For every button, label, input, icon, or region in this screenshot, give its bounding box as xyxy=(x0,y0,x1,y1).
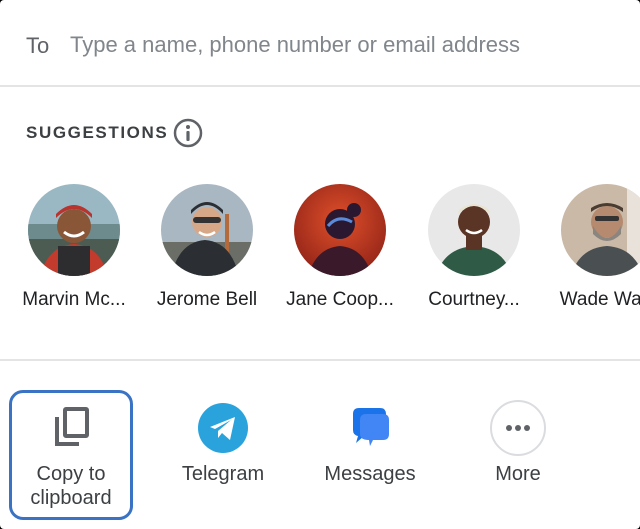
avatar xyxy=(561,184,640,276)
telegram-button[interactable]: Telegram xyxy=(161,390,285,486)
contact-marvin[interactable]: Marvin Mc... xyxy=(7,184,141,311)
avatar xyxy=(428,184,520,276)
recipient-row: To xyxy=(0,0,640,86)
contact-jerome[interactable]: Jerome Bell xyxy=(140,184,274,311)
avatar xyxy=(294,184,386,276)
avatar xyxy=(161,184,253,276)
divider xyxy=(0,359,640,361)
contact-jane[interactable]: Jane Coop... xyxy=(273,184,407,311)
suggestions-title: SUGGESTIONS xyxy=(26,123,169,142)
messages-button[interactable]: Messages xyxy=(308,390,432,486)
contact-name: Wade Warr xyxy=(559,289,640,310)
telegram-icon xyxy=(198,403,248,453)
info-icon[interactable] xyxy=(172,117,204,149)
copy-to-clipboard-button[interactable]: Copy to clipboard xyxy=(9,390,133,510)
target-label: Telegram xyxy=(181,463,265,485)
target-label: More xyxy=(495,463,541,485)
divider xyxy=(0,85,640,87)
contact-name: Jane Coop... xyxy=(286,289,394,310)
more-button[interactable]: More xyxy=(456,390,580,486)
contact-name: Marvin Mc... xyxy=(22,289,126,310)
more-icon xyxy=(490,400,546,456)
contact-wade[interactable]: Wade Warr xyxy=(540,184,640,311)
target-label: Copy to xyxy=(36,463,106,485)
avatar xyxy=(28,184,120,276)
messages-icon xyxy=(353,408,389,446)
suggestions-header: SUGGESTIONS xyxy=(26,117,204,149)
target-label: Messages xyxy=(324,463,416,485)
recipient-input[interactable] xyxy=(70,30,610,60)
contact-courtney[interactable]: Courtney... xyxy=(407,184,541,311)
contact-name: Courtney... xyxy=(428,289,520,310)
target-label: clipboard xyxy=(30,487,112,509)
contact-name: Jerome Bell xyxy=(156,289,258,310)
suggested-contacts: Marvin Mc... Jerome Bell Jane Coop... Co… xyxy=(0,184,640,324)
copy-icon xyxy=(55,407,89,446)
share-sheet: To SUGGESTIONS Marvin Mc... xyxy=(0,0,640,529)
to-label: To xyxy=(26,33,50,58)
